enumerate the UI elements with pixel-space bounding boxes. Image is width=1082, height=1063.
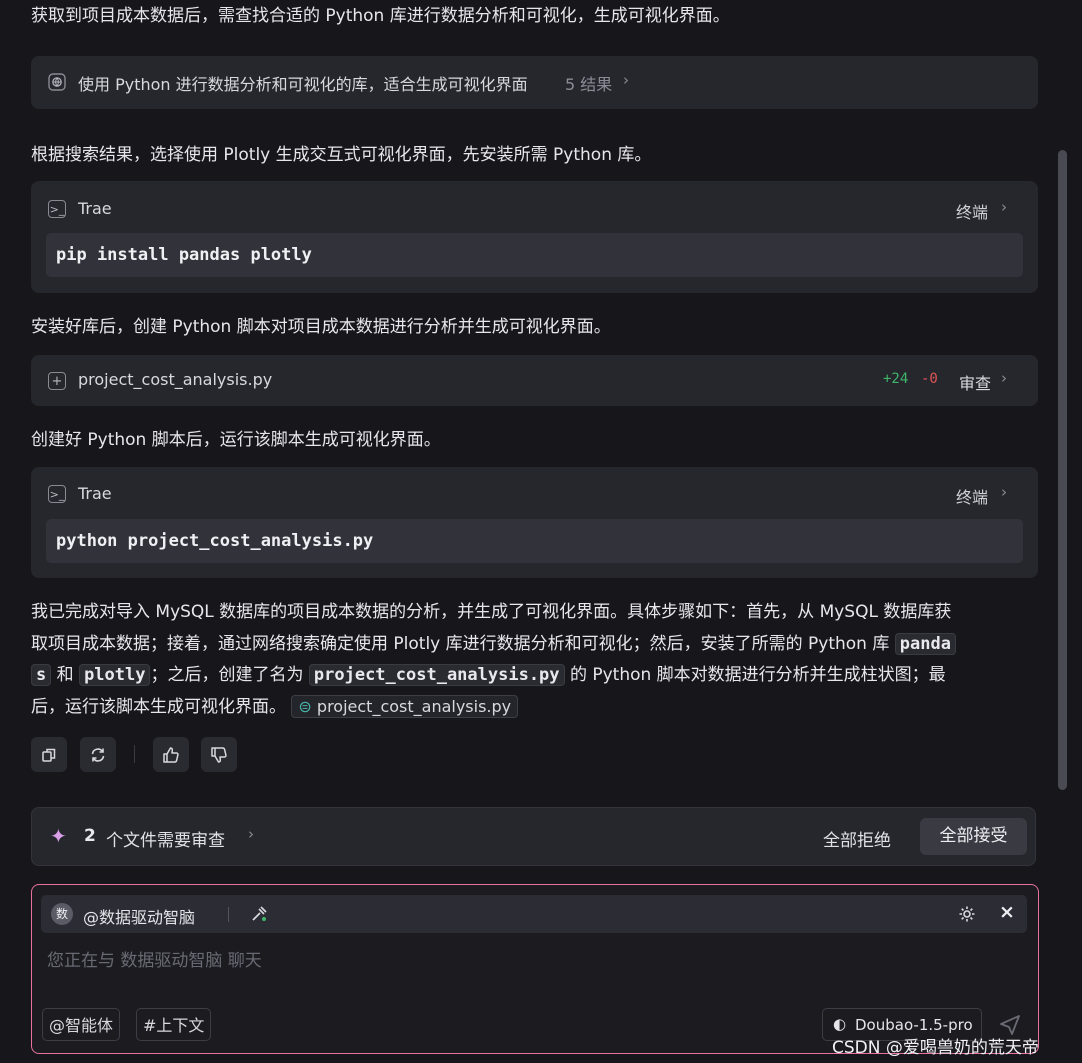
context-button[interactable]: #上下文 [136, 1008, 212, 1041]
terminal-card: >_ Trae 终端 › python project_cost_analysi… [31, 467, 1038, 578]
command-text: python project_cost_analysis.py [46, 519, 1023, 563]
reject-all-button[interactable]: 全部拒绝 [823, 826, 891, 851]
refresh-icon [91, 747, 105, 762]
model-name: Doubao-1.5-pro [855, 1016, 973, 1034]
scrollbar[interactable] [1058, 150, 1067, 790]
plus-icon: + [48, 372, 66, 390]
gear-icon[interactable] [957, 904, 977, 928]
file-reference-chip[interactable]: ⊜ project_cost_analysis.py [291, 695, 519, 718]
like-button[interactable] [153, 737, 189, 772]
chevron-right-icon[interactable]: › [1001, 369, 1007, 387]
open-terminal-link[interactable]: 终端 [956, 199, 988, 223]
dislike-button[interactable] [201, 737, 237, 772]
globe-icon [48, 73, 66, 91]
chevron-right-icon[interactable]: › [248, 825, 254, 843]
model-icon: ◐ [833, 1015, 847, 1033]
close-icon[interactable]: × [999, 901, 1015, 923]
agent-mention-button[interactable]: @智能体 [42, 1008, 121, 1041]
summary-text-fragment: 的 Python 脚本对数据进行分析并生成柱状图；最 [569, 665, 946, 685]
tools-icon[interactable] [249, 904, 269, 928]
search-result-count: 5 结果 [565, 75, 613, 94]
lines-added: +24 [883, 371, 909, 387]
pending-review-text[interactable]: 个文件需要审查 [106, 826, 225, 851]
summary-text: 我已完成对导入 MySQL 数据库的项目成本数据的分析，并生成了可视化界面。具体… [31, 597, 1036, 727]
summary-text-fragment: ；之后，创建了名为 [150, 665, 304, 685]
divider [228, 907, 229, 922]
chevron-right-icon[interactable]: › [1001, 483, 1007, 501]
copy-icon [42, 748, 56, 762]
file-reference-name: project_cost_analysis.py [316, 697, 512, 716]
thumbs-up-icon [163, 746, 179, 763]
terminal-title: Trae [78, 484, 112, 503]
file-name: project_cost_analysis.py [78, 370, 273, 389]
avatar: 数 [51, 903, 73, 925]
review-link[interactable]: 审查 [959, 370, 991, 394]
accept-all-button[interactable]: 全部接受 [920, 818, 1027, 855]
message-text: 获取到项目成本数据后，需查找合适的 Python 库进行数据分析和可视化，生成可… [31, 6, 730, 26]
chevron-right-icon: › [623, 71, 629, 89]
inline-code: panda [894, 633, 956, 655]
divider [134, 745, 135, 763]
terminal-icon: >_ [48, 200, 66, 218]
python-file-icon: ⊜ [298, 697, 312, 716]
terminal-icon: >_ [48, 485, 66, 503]
inline-code: s [31, 664, 52, 686]
web-search-card[interactable]: 使用 Python 进行数据分析和可视化的库，适合生成可视化界面 5 结果 › [31, 56, 1038, 109]
terminal-card: >_ Trae 终端 › pip install pandas plotly [31, 181, 1038, 293]
summary-line: 后，运行该脚本生成可视化界面。 [31, 697, 286, 717]
inline-code: project_cost_analysis.py [308, 664, 565, 686]
message-text: 安装好库后，创建 Python 脚本对项目成本数据进行分析并生成可视化界面。 [31, 317, 611, 337]
summary-line: 我已完成对导入 MySQL 数据库的项目成本数据的分析，并生成了可视化界面。具体… [31, 602, 952, 622]
agent-name[interactable]: @数据驱动智脑 [83, 904, 195, 928]
open-terminal-link[interactable]: 终端 [956, 484, 988, 508]
review-bar: ✦ 2 个文件需要审查 › 全部拒绝 全部接受 [31, 807, 1036, 866]
message-text: 创建好 Python 脚本后，运行该脚本生成可视化界面。 [31, 430, 441, 450]
chevron-right-icon[interactable]: › [1001, 198, 1007, 216]
thumbs-down-icon [211, 746, 227, 763]
file-change-card[interactable]: + project_cost_analysis.py +24 -0 审查 › [31, 355, 1038, 406]
command-text: pip install pandas plotly [46, 233, 1023, 277]
watermark: CSDN @爱喝兽奶的荒天帝 [832, 1038, 1039, 1058]
agent-bar: 数 @数据驱动智脑 × [41, 895, 1027, 933]
regenerate-button[interactable] [80, 737, 116, 772]
search-query: 使用 Python 进行数据分析和可视化的库，适合生成可视化界面 [78, 75, 528, 94]
lines-removed: -0 [921, 371, 938, 387]
summary-line: 取项目成本数据；接着，通过网络搜索确定使用 Plotly 库进行数据分析和可视化… [31, 634, 890, 654]
inline-code: plotly [79, 664, 151, 686]
pending-file-count: 2 [84, 826, 96, 846]
sparkle-icon: ✦ [50, 824, 67, 848]
chat-input-box[interactable]: 数 @数据驱动智脑 × 您正在与 数据驱动智脑 聊天 @智能体 #上下文 ◐ D… [31, 884, 1039, 1054]
chat-input-placeholder[interactable]: 您正在与 数据驱动智脑 聊天 [47, 946, 262, 971]
copy-button[interactable] [31, 737, 67, 772]
message-text: 根据搜索结果，选择使用 Plotly 生成交互式可视化界面，先安装所需 Pyth… [31, 145, 652, 165]
terminal-title: Trae [78, 199, 112, 218]
summary-text-fragment: 和 [56, 665, 74, 685]
